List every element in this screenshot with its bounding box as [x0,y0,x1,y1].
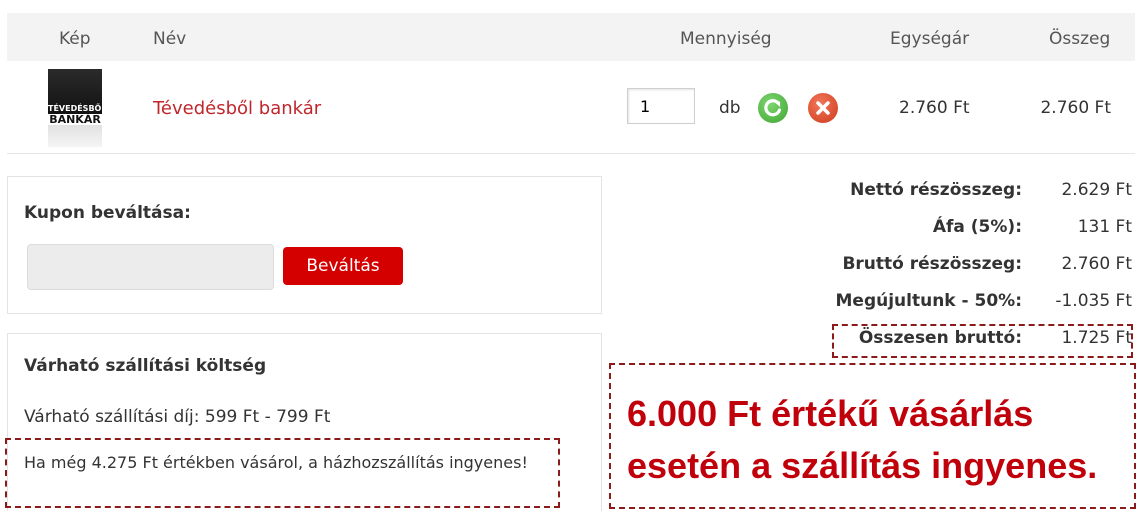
quantity-input[interactable] [627,88,695,124]
remove-icon [816,101,830,115]
free-shipping-promo: 6.000 Ft értékű vásárlás esetén a szállí… [609,363,1136,509]
promo-line-1: 6.000 Ft értékű vásárlás [627,393,1034,434]
column-header-name: Név [153,29,187,49]
gross-subtotal-label: Bruttó részösszeg: [842,254,1022,274]
refresh-icon [764,99,782,117]
coupon-panel: Kupon beváltása: Beváltás [7,176,602,314]
coupon-title: Kupon beváltása: [24,203,191,223]
unit-price: 2.760 Ft [899,98,970,118]
quantity-unit: db [719,98,741,118]
promo-line-2: esetén a szállítás ingyenes. [627,445,1098,486]
net-subtotal-value: 2.629 Ft [1061,180,1132,200]
refresh-quantity-button[interactable] [758,93,788,123]
column-header-unit-price: Egységár [890,29,970,49]
vat-label: Áfa (5%): [932,217,1022,237]
remove-item-button[interactable] [808,93,838,123]
grand-total-highlight [832,324,1133,358]
column-header-image: Kép [59,29,91,49]
product-cover-image[interactable]: TÉVEDÉSBŐL BANKÁR [48,69,106,147]
column-header-total: Összeg [1049,29,1111,49]
shipping-title: Várható szállítási költség [24,356,267,376]
free-shipping-highlight [5,438,560,508]
gross-subtotal-value: 2.760 Ft [1061,254,1132,274]
line-total: 2.760 Ft [1040,98,1111,118]
cover-title-bottom: BANKÁR [48,113,102,126]
column-header-quantity: Mennyiség [680,29,772,49]
totals-row-discount: Megújultunk - 50%: -1.035 Ft [672,289,1133,326]
shipping-fee-text: Várható szállítási díj: 599 Ft - 799 Ft [24,407,331,427]
totals-row-net: Nettó részösszeg: 2.629 Ft [672,178,1132,215]
discount-label: Megújultunk - 50%: [835,291,1023,311]
coupon-code-input[interactable] [27,244,274,290]
net-subtotal-label: Nettó részösszeg: [850,180,1022,200]
redeem-coupon-button[interactable]: Beváltás [283,247,403,285]
cart-item-row: TÉVEDÉSBŐL BANKÁR Tévedésből bankár db 2… [7,61,1135,154]
totals-row-vat: Áfa (5%): 131 Ft [672,215,1132,252]
discount-value: -1.035 Ft [1055,291,1132,311]
totals-row-gross: Bruttó részösszeg: 2.760 Ft [672,252,1132,289]
cart-table-header: Kép Név Mennyiség Egységár Összeg [7,13,1135,61]
product-name-link[interactable]: Tévedésből bankár [153,98,321,119]
vat-value: 131 Ft [1077,217,1132,237]
